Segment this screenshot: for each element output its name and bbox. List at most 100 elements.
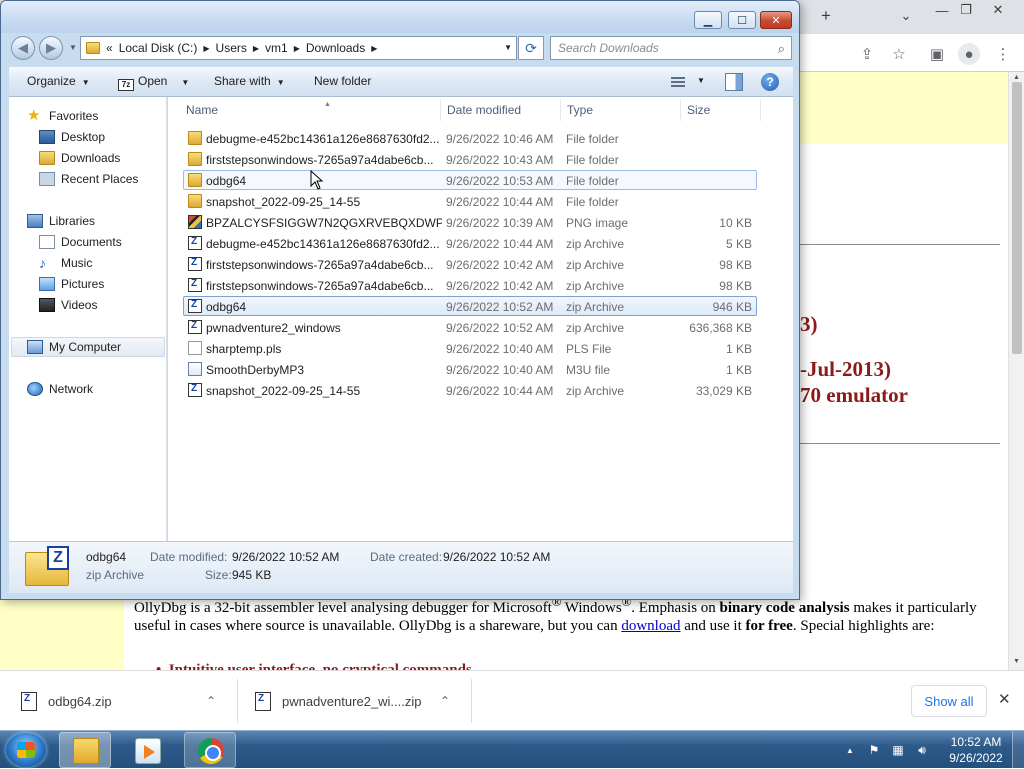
browser-menu-icon[interactable]: ⋮: [992, 43, 1014, 65]
file-row[interactable]: odbg64 9/26/2022 10:52 AM zip Archive 946 K…: [183, 296, 757, 316]
scroll-up-arrow-icon[interactable]: ▲: [1013, 74, 1020, 81]
share-with-button[interactable]: Share with ▼: [214, 74, 285, 88]
preview-pane-icon[interactable]: [725, 73, 743, 91]
volume-icon[interactable]: 🔊︎: [914, 742, 930, 758]
close-button[interactable]: ✕: [760, 11, 792, 29]
taskbar-explorer-button[interactable]: [59, 732, 111, 768]
bookmark-star-icon[interactable]: ☆: [888, 43, 910, 65]
taskbar-media-player-button[interactable]: [121, 732, 173, 768]
nav-desktop[interactable]: Desktop: [39, 128, 105, 146]
show-all-downloads-button[interactable]: Show all: [911, 685, 987, 717]
breadcrumb-segment[interactable]: Users: [216, 41, 247, 55]
forward-arrow-icon[interactable]: ▶: [39, 36, 63, 60]
nav-my-computer[interactable]: My Computer: [27, 338, 121, 356]
show-hidden-icons-icon[interactable]: ▲: [842, 742, 858, 758]
file-name: firststepsonwindows-7265a97a4dabe6cb...: [206, 153, 434, 167]
address-bar[interactable]: « Local Disk (C:) ▶ Users ▶ vm1 ▶ Downlo…: [80, 36, 517, 60]
breadcrumb-arrow-icon[interactable]: ▶: [371, 44, 377, 53]
breadcrumb-arrow-icon[interactable]: ▶: [294, 44, 300, 53]
nav-favorites[interactable]: ★ Favorites: [27, 107, 98, 125]
profile-avatar-icon[interactable]: ●: [958, 43, 980, 65]
maximize-button[interactable]: ☐: [728, 11, 756, 29]
search-box[interactable]: ⌕: [550, 36, 792, 60]
breadcrumb-segment[interactable]: vm1: [265, 41, 288, 55]
column-divider[interactable]: [440, 99, 441, 121]
star-icon: ★: [27, 107, 41, 124]
scroll-down-arrow-icon[interactable]: ▼: [1013, 658, 1020, 665]
browser-close-button[interactable]: ✕: [984, 2, 1012, 18]
nav-pictures[interactable]: Pictures: [39, 275, 104, 293]
column-divider[interactable]: [760, 99, 761, 121]
column-header-name[interactable]: Name ▲: [186, 101, 331, 117]
chevron-up-icon[interactable]: ⌃: [206, 694, 216, 708]
new-folder-button[interactable]: New folder: [314, 74, 371, 88]
address-dropdown-icon[interactable]: ▼: [504, 43, 512, 52]
nav-documents[interactable]: Documents: [39, 233, 122, 251]
clock-date[interactable]: 9/26/2022: [942, 751, 1010, 765]
browser-restore-button[interactable]: ❐: [952, 2, 980, 18]
file-name: debugme-e452bc14361a126e8687630fd2...: [206, 237, 440, 251]
view-options-dropdown-icon[interactable]: ▼: [697, 76, 705, 85]
divider: [790, 443, 1000, 444]
recent-pages-dropdown-icon[interactable]: ▼: [69, 43, 77, 52]
column-divider[interactable]: [560, 99, 561, 121]
nav-downloads[interactable]: Downloads: [39, 149, 120, 167]
file-row[interactable]: odbg64 9/26/2022 10:53 AM File folder: [183, 170, 757, 190]
breadcrumb-arrow-icon[interactable]: ▶: [203, 44, 209, 53]
clock-time[interactable]: 10:52 AM: [946, 735, 1006, 749]
computer-icon: [27, 340, 43, 354]
download-link[interactable]: download: [621, 618, 680, 634]
file-row[interactable]: snapshot_2022-09-25_14-55 9/26/2022 10:44…: [183, 380, 757, 400]
back-arrow-icon[interactable]: ◀: [11, 36, 35, 60]
file-row[interactable]: debugme-e452bc14361a126e8687630fd2... 9/2…: [183, 233, 757, 253]
file-row[interactable]: BPZALCYSFSIGGW7N2QGXRVEBQXDWP.... 9/26/20…: [183, 212, 757, 232]
nav-network[interactable]: Network: [27, 380, 93, 398]
refresh-icon[interactable]: ⟳: [518, 36, 544, 60]
file-row[interactable]: SmoothDerbyMP3 9/26/2022 10:40 AM M3U file…: [183, 359, 757, 379]
breadcrumb-segment[interactable]: Local Disk (C:): [119, 41, 198, 55]
nav-music[interactable]: ♪ Music: [39, 254, 92, 272]
start-button[interactable]: [6, 733, 46, 767]
side-panel-icon[interactable]: ▣: [926, 43, 948, 65]
scrollbar-thumb[interactable]: [1012, 82, 1022, 354]
open-button[interactable]: 7z Open ▼: [118, 74, 189, 91]
file-row[interactable]: debugme-e452bc14361a126e8687630fd2... 9/2…: [183, 128, 757, 148]
help-icon[interactable]: ?: [761, 73, 779, 91]
search-icon[interactable]: ⌕: [778, 41, 785, 57]
column-header-size[interactable]: Size: [687, 103, 710, 117]
nav-videos[interactable]: Videos: [39, 296, 97, 314]
minimize-button[interactable]: ▁: [694, 11, 722, 29]
file-row[interactable]: pwnadventure2_windows 9/26/2022 10:52 AM z…: [183, 317, 757, 337]
chevron-up-icon[interactable]: ⌃: [440, 694, 450, 708]
nav-libraries[interactable]: Libraries: [27, 212, 95, 230]
share-icon[interactable]: ⇪: [856, 43, 878, 65]
action-center-flag-icon[interactable]: ⚑: [866, 742, 882, 758]
file-row[interactable]: firststepsonwindows-7265a97a4dabe6cb... 9…: [183, 275, 757, 295]
file-row[interactable]: sharptemp.pls 9/26/2022 10:40 AM PLS File 1…: [183, 338, 757, 358]
search-input[interactable]: [551, 37, 766, 59]
breadcrumb-arrow-icon[interactable]: ▶: [253, 44, 259, 53]
page-scrollbar[interactable]: ▲ ▼: [1008, 72, 1024, 670]
breadcrumb-segment[interactable]: Downloads: [306, 41, 365, 55]
nav-recent-places[interactable]: Recent Places: [39, 170, 138, 188]
download-item[interactable]: odbg64.zip ⌃: [20, 671, 230, 731]
close-shelf-icon[interactable]: ✕: [998, 690, 1011, 708]
file-row[interactable]: snapshot_2022-09-25_14-55 9/26/2022 10:44…: [183, 191, 757, 211]
download-item[interactable]: pwnadventure2_wi....zip ⌃: [254, 671, 464, 731]
network-status-icon[interactable]: ▦: [890, 742, 906, 758]
column-divider[interactable]: [680, 99, 681, 121]
file-row[interactable]: firststepsonwindows-7265a97a4dabe6cb... 9…: [183, 254, 757, 274]
details-size: 945 KB: [232, 568, 272, 582]
change-view-icon[interactable]: [671, 73, 689, 91]
column-header-type[interactable]: Type: [567, 103, 593, 117]
organize-button[interactable]: Organize ▼: [27, 74, 90, 88]
breadcrumb-overflow[interactable]: «: [106, 41, 113, 55]
tab-search-chevron-icon[interactable]: ⌄: [892, 8, 920, 24]
window-titlebar[interactable]: ▁ ☐ ✕: [1, 1, 799, 33]
taskbar-chrome-button[interactable]: [184, 732, 236, 768]
show-desktop-button[interactable]: [1012, 731, 1024, 769]
new-tab-button[interactable]: +: [812, 6, 840, 25]
documents-icon: [39, 235, 55, 249]
file-row[interactable]: firststepsonwindows-7265a97a4dabe6cb... 9…: [183, 149, 757, 169]
column-header-date-modified[interactable]: Date modified: [447, 103, 521, 117]
